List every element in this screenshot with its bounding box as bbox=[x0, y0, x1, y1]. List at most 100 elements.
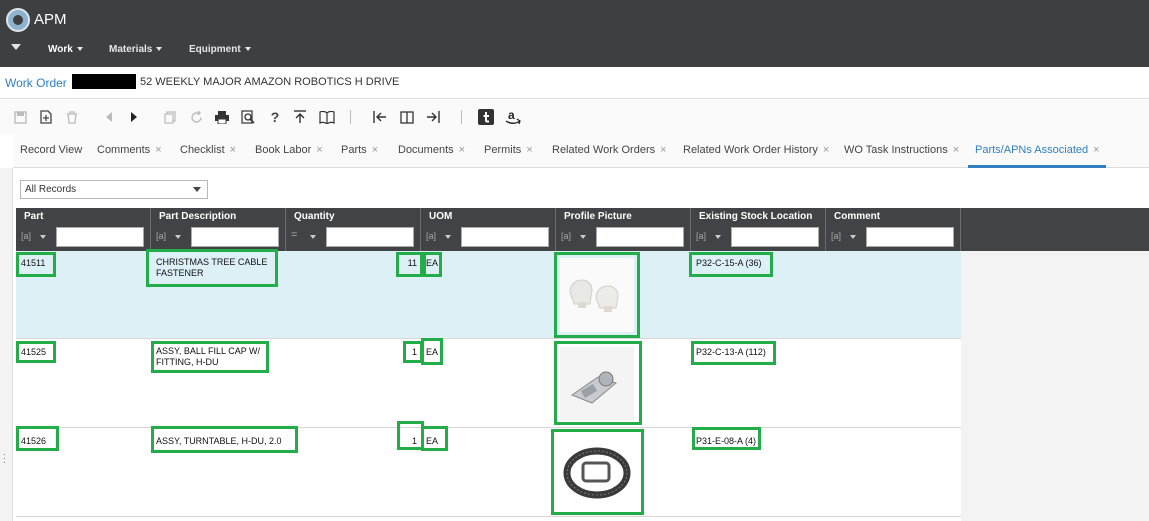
tab-parts-apns-associated[interactable]: Parts/APNs Associated × bbox=[975, 144, 1100, 156]
column-header-uom[interactable]: UOM [a] bbox=[421, 208, 556, 251]
part-filter-input[interactable] bbox=[56, 227, 144, 247]
chevron-down-icon[interactable] bbox=[40, 235, 46, 239]
highlight-box bbox=[551, 429, 644, 515]
nav-equipment-label: Equipment bbox=[189, 44, 241, 55]
tab-parts[interactable]: Parts × bbox=[341, 144, 378, 156]
description-filter-input[interactable] bbox=[191, 227, 279, 247]
column-header-comment[interactable]: Comment [a] bbox=[826, 208, 961, 251]
column-title: Comment bbox=[834, 211, 881, 222]
column-header-existing-stock-location[interactable]: Existing Stock Location [a] bbox=[691, 208, 826, 251]
nav-work[interactable]: Work bbox=[48, 44, 83, 55]
tab-wo-task-instructions[interactable]: WO Task Instructions × bbox=[844, 144, 959, 156]
picture-filter-input[interactable] bbox=[596, 227, 684, 247]
close-icon[interactable]: × bbox=[526, 144, 532, 156]
tab-related-work-order-history[interactable]: Related Work Order History × bbox=[683, 144, 829, 156]
filter-type-icon[interactable]: [a] bbox=[561, 231, 571, 241]
nav-materials[interactable]: Materials bbox=[109, 44, 163, 55]
filter-type-icon[interactable]: [a] bbox=[831, 231, 841, 241]
uom-filter-input[interactable] bbox=[461, 227, 549, 247]
next-icon[interactable] bbox=[126, 109, 142, 125]
chevron-down-icon bbox=[193, 187, 201, 192]
highlight-box bbox=[16, 252, 56, 277]
column-title: Part bbox=[24, 211, 44, 222]
close-icon[interactable]: × bbox=[372, 144, 378, 156]
column-title: Quantity bbox=[294, 211, 335, 222]
column-header-part-description[interactable]: Part Description [a] bbox=[151, 208, 286, 251]
chevron-down-icon[interactable] bbox=[445, 235, 451, 239]
column-header-part[interactable]: Part [a] bbox=[16, 208, 151, 251]
close-icon[interactable]: × bbox=[155, 144, 161, 156]
breadcrumb: Work Order 52 WEEKLY MAJOR AMAZON ROBOTI… bbox=[0, 67, 1149, 99]
filter-type-icon[interactable]: [a] bbox=[426, 231, 436, 241]
chevron-down-icon[interactable] bbox=[310, 235, 316, 239]
close-icon[interactable]: × bbox=[230, 144, 236, 156]
chevron-down-icon bbox=[156, 47, 163, 52]
split-view-icon[interactable] bbox=[399, 109, 415, 125]
tab-book-labor[interactable]: Book Labor × bbox=[255, 144, 323, 156]
share-icon[interactable] bbox=[292, 109, 308, 125]
side-panel-gutter bbox=[0, 168, 13, 521]
column-header-quantity[interactable]: Quantity = bbox=[286, 208, 421, 251]
save-icon[interactable] bbox=[12, 109, 28, 125]
tab-documents[interactable]: Documents × bbox=[398, 144, 465, 156]
highlight-box bbox=[421, 338, 443, 365]
highlight-box bbox=[689, 252, 773, 277]
svg-text:a: a bbox=[508, 109, 515, 122]
app-title: APM bbox=[34, 11, 67, 28]
new-record-icon[interactable] bbox=[38, 109, 54, 125]
tab-related-work-orders[interactable]: Related Work Orders × bbox=[552, 144, 667, 156]
tab-record-view[interactable]: Record View bbox=[20, 144, 82, 156]
help-icon[interactable]: ? bbox=[267, 109, 283, 125]
print-icon[interactable] bbox=[214, 109, 230, 125]
highlight-box bbox=[16, 426, 59, 451]
highlight-box bbox=[554, 341, 642, 425]
tab-label: Related Work Orders bbox=[552, 144, 656, 156]
filter-type-icon[interactable]: [a] bbox=[21, 231, 31, 241]
chevron-down-icon bbox=[244, 47, 251, 52]
quantity-filter-input[interactable] bbox=[326, 227, 414, 247]
main-menu-chevron-icon[interactable] bbox=[11, 44, 21, 50]
tumblr-icon[interactable] bbox=[478, 109, 494, 125]
app-logo-icon[interactable] bbox=[6, 8, 30, 32]
first-page-icon[interactable] bbox=[372, 109, 388, 125]
grid-header: Part [a] Part Description [a] Quantity =… bbox=[16, 208, 1149, 251]
records-filter-select[interactable]: All Records bbox=[20, 180, 208, 199]
location-filter-input[interactable] bbox=[731, 227, 819, 247]
refresh-icon[interactable] bbox=[188, 109, 204, 125]
chevron-down-icon[interactable] bbox=[715, 235, 721, 239]
tab-comments[interactable]: Comments × bbox=[97, 144, 162, 156]
chevron-down-icon[interactable] bbox=[175, 235, 181, 239]
tab-label: Parts/APNs Associated bbox=[975, 144, 1089, 156]
chevron-down-icon[interactable] bbox=[850, 235, 856, 239]
last-page-icon[interactable] bbox=[425, 109, 441, 125]
close-icon[interactable]: × bbox=[316, 144, 322, 156]
book-icon[interactable] bbox=[319, 109, 335, 125]
close-icon[interactable]: × bbox=[660, 144, 666, 156]
column-header-profile-picture[interactable]: Profile Picture [a] bbox=[556, 208, 691, 251]
amazon-icon[interactable]: a bbox=[505, 109, 521, 125]
close-icon[interactable]: × bbox=[459, 144, 465, 156]
tab-label: WO Task Instructions bbox=[844, 144, 948, 156]
copy-icon[interactable] bbox=[162, 109, 178, 125]
previous-icon[interactable] bbox=[101, 109, 117, 125]
filter-type-icon[interactable]: [a] bbox=[696, 231, 706, 241]
close-icon[interactable]: × bbox=[953, 144, 959, 156]
resize-handle-icon[interactable]: · · · bbox=[3, 450, 6, 467]
delete-icon[interactable] bbox=[64, 109, 80, 125]
tab-permits[interactable]: Permits × bbox=[484, 144, 533, 156]
tab-checklist[interactable]: Checklist × bbox=[180, 144, 236, 156]
toolbar-divider bbox=[350, 110, 351, 124]
highlight-box bbox=[692, 427, 761, 450]
records-filter-value: All Records bbox=[25, 184, 77, 195]
nav-equipment[interactable]: Equipment bbox=[189, 44, 251, 55]
preview-icon[interactable] bbox=[240, 109, 256, 125]
comment-filter-input[interactable] bbox=[866, 227, 954, 247]
close-icon[interactable]: × bbox=[823, 144, 829, 156]
tab-label: Related Work Order History bbox=[683, 144, 818, 156]
breadcrumb-work-order-link[interactable]: Work Order bbox=[5, 76, 67, 90]
highlight-box bbox=[16, 341, 56, 363]
filter-type-icon[interactable]: = bbox=[291, 229, 297, 241]
filter-type-icon[interactable]: [a] bbox=[156, 231, 166, 241]
close-icon[interactable]: × bbox=[1093, 144, 1099, 156]
chevron-down-icon[interactable] bbox=[580, 235, 586, 239]
